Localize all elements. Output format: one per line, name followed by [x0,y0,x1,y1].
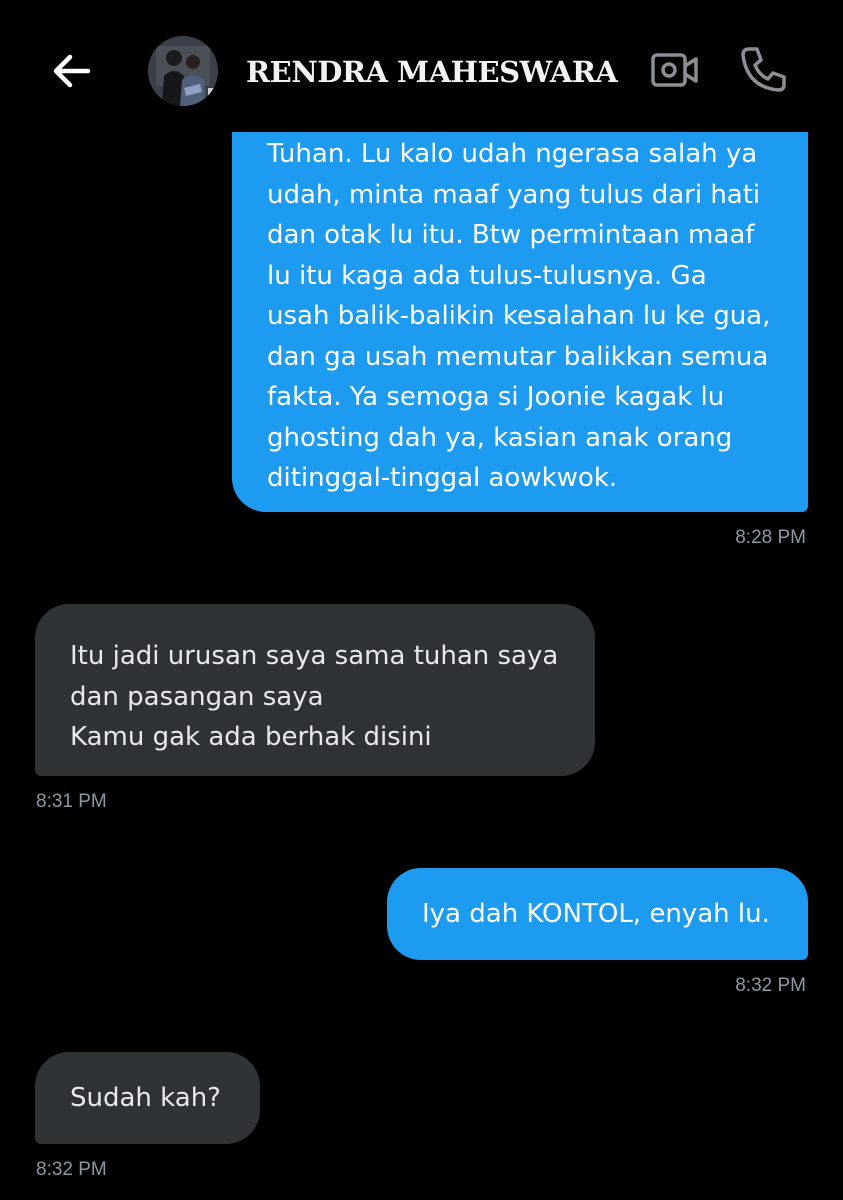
message-line: Kamu gak ada berhak disini [70,722,432,752]
message-line: lu itu kaga ada tulus-tulusnya. Ga [267,260,707,291]
incoming-message-bubble[interactable]: Itu jadi urusan saya sama tuhan saya dan… [35,604,595,776]
message-line: dan otak lu itu. Btw permintaan maaf [267,220,755,250]
outgoing-message-bubble[interactable]: Tuhan. Lu kalo udah ngerasa salah ya uda… [232,80,808,512]
message-line: fakta. Ya semoga si Joonie kagak lu [267,382,725,412]
message-line: ditinggal-tinggal aowkwok. [267,463,618,493]
video-call-button[interactable] [650,48,700,92]
message-timestamp: 8:31 PM [36,791,107,812]
outgoing-message-bubble[interactable]: Iya dah KONTOL, enyah lu. [387,868,808,960]
message-timestamp: 8:28 PM [735,527,806,548]
message-line: Iya dah KONTOL, enyah lu. [422,899,770,929]
incoming-message-bubble[interactable]: Sudah kah? [35,1052,260,1144]
voice-call-button[interactable] [737,44,789,94]
contact-name[interactable]: RENDRA MAHESWARA [246,52,618,92]
back-button[interactable] [44,46,98,96]
message-line: udah, minta maaf yang tulus dari hati [267,179,761,210]
message-line: dan ga usah memutar balikkan semua [267,341,769,372]
message-line: usah balik-balikin kesalahan lu ke gua, [267,301,771,331]
message-timestamp: 8:32 PM [36,1159,107,1180]
phone-icon [741,47,786,92]
chat-header: RENDRA MAHESWARA [0,0,843,132]
message-line: Sudah kah? [70,1083,221,1113]
message-line: ghosting dah ya, kasian anak orang [267,422,733,453]
message-line: Tuhan. Lu kalo udah ngerasa salah ya [267,139,758,169]
message-timestamp: 8:32 PM [735,975,806,996]
profile-photo [148,36,218,106]
avatar[interactable] [148,36,218,106]
message-line: Itu jadi urusan saya sama tuhan saya [70,641,559,671]
video-camera-icon [651,53,698,87]
message-line: dan pasangan saya [70,681,324,712]
arrow-left-icon [53,54,91,88]
